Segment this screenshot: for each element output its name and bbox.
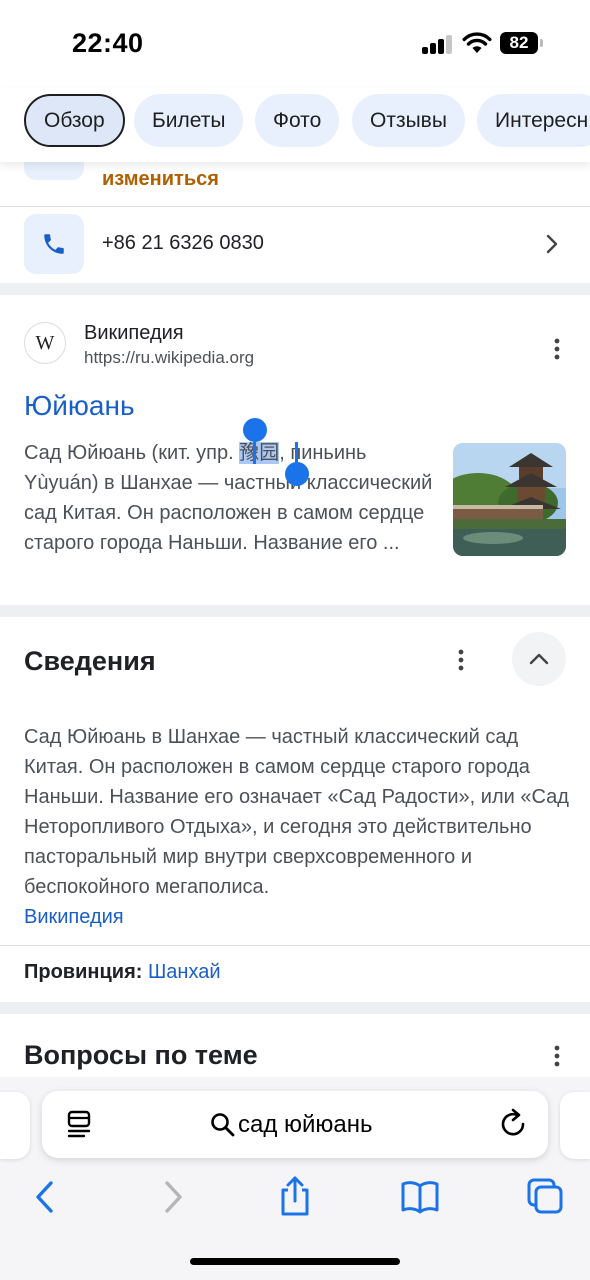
selection-start-handle[interactable] [243, 418, 267, 442]
share-icon[interactable] [276, 1175, 314, 1217]
next-tab-preview[interactable] [560, 1092, 590, 1159]
chevron-right-icon[interactable] [540, 232, 564, 256]
result-source-name[interactable]: Википедия [84, 322, 184, 345]
selection-end-handle[interactable] [285, 462, 309, 486]
divider [0, 206, 590, 207]
result-title-link[interactable]: Юйюань [24, 390, 135, 422]
phone-icon[interactable] [24, 214, 84, 274]
garden-thumbnail-image[interactable] [453, 443, 566, 556]
address-query[interactable]: сад юйюань [238, 1111, 373, 1139]
clock-icon [24, 162, 84, 180]
about-description: Сад Юйюань в Шанхае — частный классическ… [24, 722, 569, 932]
selected-text[interactable]: 豫园 [239, 442, 280, 464]
battery-indicator: 82 [500, 32, 543, 54]
selection-start-bar [253, 442, 256, 464]
back-icon[interactable] [28, 1179, 64, 1215]
more-options-icon[interactable] [449, 648, 473, 672]
result-source-url[interactable]: https://ru.wikipedia.org [84, 348, 254, 368]
collapse-button[interactable] [512, 632, 566, 686]
section-separator [0, 1002, 590, 1014]
forward-icon[interactable] [154, 1179, 190, 1215]
about-source-link[interactable]: Википедия [24, 906, 124, 928]
snippet-before: Сад Юйюань (кит. упр. [24, 442, 240, 464]
related-questions-title: Вопросы по теме [24, 1040, 258, 1070]
wikipedia-logo: W [24, 322, 66, 364]
chevron-up-icon [529, 653, 549, 665]
status-bar: 22:40 82 [0, 0, 590, 88]
tab-tickets[interactable]: Билеты [134, 94, 244, 147]
province-link[interactable]: Шанхай [148, 961, 221, 983]
cellular-signal-icon [422, 34, 454, 54]
status-time: 22:40 [72, 28, 144, 58]
province-label: Провинция: [24, 961, 143, 983]
filter-tabs: Обзор Билеты Фото Отзывы Интересн [0, 88, 590, 162]
browser-bottom-bar: сад юйюань [0, 1077, 590, 1280]
section-separator [0, 283, 590, 295]
more-options-icon[interactable] [545, 337, 569, 361]
about-text: Сад Юйюань в Шанхае — частный классическ… [24, 726, 569, 898]
more-options-icon[interactable] [545, 1044, 569, 1068]
section-separator [0, 605, 590, 617]
tab-overview[interactable]: Обзор [24, 94, 125, 147]
search-icon [211, 1113, 235, 1137]
previous-tab-preview[interactable] [0, 1092, 30, 1159]
divider [0, 945, 590, 946]
hours-note: измениться [102, 168, 219, 190]
bookmarks-icon[interactable] [400, 1179, 440, 1215]
reload-icon[interactable] [498, 1107, 530, 1141]
wifi-icon [462, 32, 492, 53]
province-row: Провинция: Шанхай [24, 961, 221, 984]
tab-interesting[interactable]: Интересн [477, 94, 590, 147]
reader-menu-icon[interactable] [64, 1107, 96, 1141]
phone-number[interactable]: +86 21 6326 0830 [102, 232, 264, 255]
search-results: измениться +86 21 6326 0830 W Википедия … [0, 162, 590, 1077]
home-indicator [190, 1258, 400, 1265]
result-snippet: Сад Юйюань (кит. упр. 豫园, пиньинь Yùyuán… [24, 438, 436, 558]
tabs-icon[interactable] [526, 1177, 564, 1215]
address-bar[interactable]: сад юйюань [42, 1091, 548, 1158]
tab-photos[interactable]: Фото [255, 94, 340, 147]
about-title: Сведения [24, 646, 156, 676]
tab-reviews[interactable]: Отзывы [352, 94, 465, 147]
